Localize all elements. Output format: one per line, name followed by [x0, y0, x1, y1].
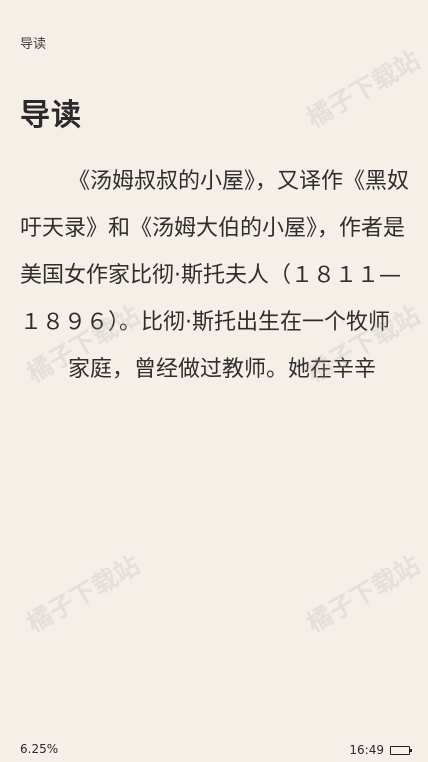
- watermark: 橘子下载站: [21, 550, 145, 639]
- paragraph-2: 家庭，曾经做过教师。她在辛辛: [68, 357, 377, 382]
- watermark: 橘子下载站: [301, 550, 425, 639]
- status-area: 16:49: [349, 743, 412, 757]
- chapter-title: 导读: [20, 98, 82, 133]
- clock-time: 16:49: [349, 743, 384, 757]
- paragraph-1: 《汤姆叔叔的小屋》，又译作《黑奴吁天录》和《汤姆大伯的小屋》，作者是美国女作家比…: [20, 169, 410, 335]
- reader-header-label: 导读: [20, 37, 47, 52]
- reading-content[interactable]: 《汤姆叔叔的小屋》，又译作《黑奴吁天录》和《汤姆大伯的小屋》，作者是美国女作家比…: [20, 158, 410, 393]
- watermark: 橘子下载站: [301, 45, 425, 134]
- battery-icon: [390, 745, 412, 755]
- reading-progress: 6.25%: [20, 742, 59, 756]
